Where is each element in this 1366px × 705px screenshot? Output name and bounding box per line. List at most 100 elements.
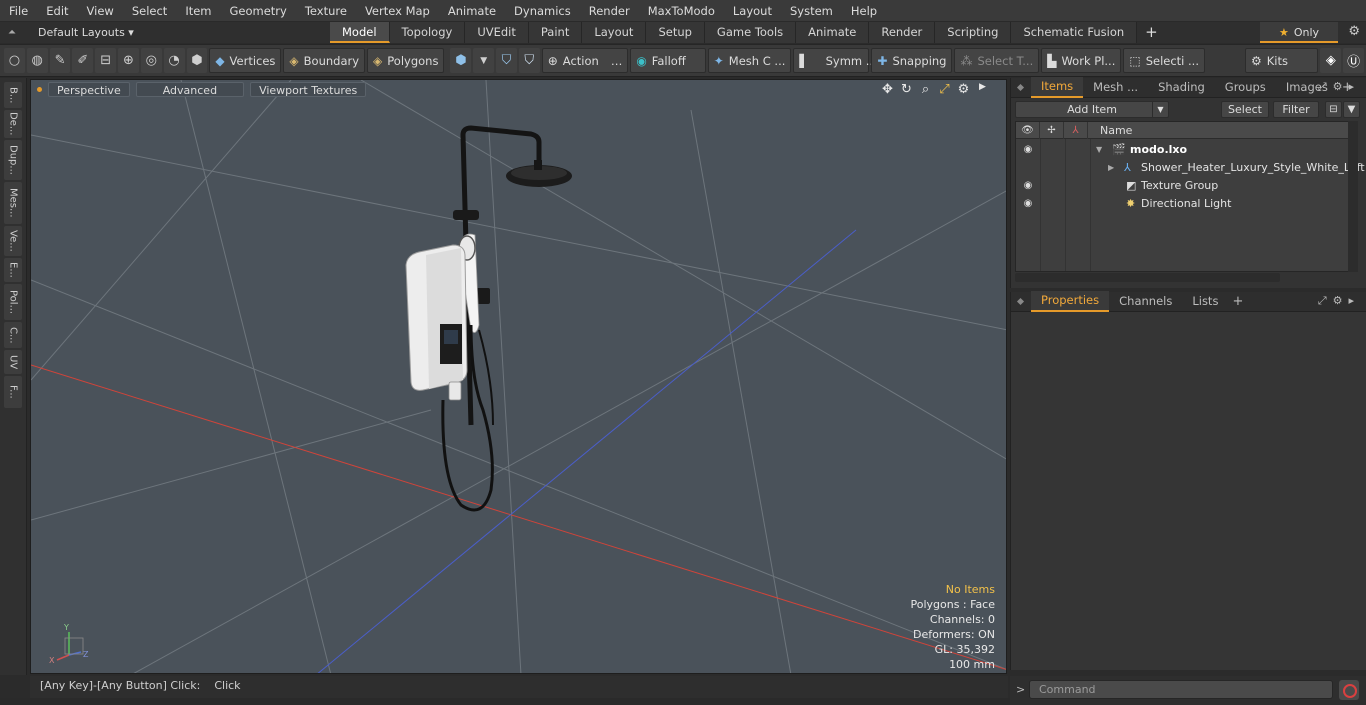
tab-setup[interactable]: Setup	[646, 22, 705, 43]
command-input[interactable]: Command	[1029, 680, 1333, 699]
menu-item[interactable]: Item	[176, 0, 220, 22]
list-item[interactable]: ◉ ◩ Texture Group	[1016, 176, 1348, 194]
panel-options-icons[interactable]: ⤢⚙▸	[1318, 80, 1360, 94]
tab-shading[interactable]: Shading	[1148, 78, 1215, 97]
tab-model[interactable]: Model	[330, 22, 390, 43]
viewport-scene[interactable]: Y X Z	[31, 80, 1007, 674]
menu-texture[interactable]: Texture	[296, 0, 356, 22]
select-button[interactable]: Select	[1221, 101, 1269, 118]
shower-heater-model[interactable]	[405, 125, 572, 512]
zoom-view-icon[interactable]: ⌕	[916, 82, 935, 97]
visibility-column-icon[interactable]: 👁	[1016, 121, 1040, 139]
type-column-icon[interactable]: ⅄	[1064, 121, 1088, 139]
left-tab-edge[interactable]: E...	[4, 258, 22, 282]
only-toggle[interactable]: ★ Only	[1260, 22, 1338, 43]
filter-button[interactable]: Filter	[1273, 101, 1319, 118]
pen-icon[interactable]: ✎	[49, 48, 71, 73]
menu-layout[interactable]: Layout	[724, 0, 781, 22]
record-macro-icon[interactable]	[1339, 680, 1359, 700]
tab-mesh-ops[interactable]: Mesh ...	[1083, 78, 1148, 97]
menu-vertex-map[interactable]: Vertex Map	[356, 0, 439, 22]
select-through-button[interactable]: ⁂ Select T...	[954, 48, 1040, 73]
shield-alt-icon[interactable]: ⛉	[518, 48, 540, 73]
expand-right-icon[interactable]: ▶	[1108, 163, 1114, 172]
tab-uvedit[interactable]: UVEdit	[465, 22, 529, 43]
collapse-icon[interactable]: ⊟	[1325, 101, 1342, 118]
menu-system[interactable]: System	[781, 0, 842, 22]
material-icon[interactable]: ⬢	[450, 48, 472, 73]
list-item[interactable]: ▶ ⅄ Shower_Heater_Luxury_Style_White_Lef…	[1016, 158, 1365, 176]
move-view-icon[interactable]: ✥	[878, 82, 897, 97]
left-tab-polygon[interactable]: Pol...	[4, 284, 22, 320]
tab-scripting[interactable]: Scripting	[935, 22, 1012, 43]
maximize-view-icon[interactable]: ⤢	[935, 82, 954, 97]
unreal-icon[interactable]: Ⓤ	[1343, 48, 1365, 73]
rotate-view-icon[interactable]: ↻	[897, 82, 916, 97]
menu-select[interactable]: Select	[123, 0, 176, 22]
gear-icon[interactable]: ⚙	[1348, 24, 1360, 39]
tab-animate[interactable]: Animate	[796, 22, 870, 43]
perspective-button[interactable]: Perspective	[48, 81, 130, 97]
lock-column-icon[interactable]: ✢	[1040, 121, 1064, 139]
panel-corner-icon[interactable]	[1016, 83, 1025, 92]
left-tab-mesh[interactable]: Mes...	[4, 182, 22, 224]
funnel-icon[interactable]: ▼	[1343, 101, 1360, 118]
tab-game-tools[interactable]: Game Tools	[704, 22, 797, 43]
menu-view[interactable]: View	[78, 0, 123, 22]
tab-groups[interactable]: Groups	[1215, 78, 1276, 97]
menu-maxtomodo[interactable]: MaxToModo	[639, 0, 724, 22]
command-history-icon[interactable]: >	[1016, 683, 1025, 696]
chevron-down-icon[interactable]: ▼	[1152, 102, 1168, 117]
left-tab-duplicate[interactable]: Dup...	[4, 140, 22, 180]
add-item-button[interactable]: Add Item ▼	[1015, 101, 1169, 118]
tab-layout[interactable]: Layout	[582, 22, 647, 43]
dial-icon[interactable]: ◔	[163, 48, 185, 73]
menu-dynamics[interactable]: Dynamics	[505, 0, 580, 22]
expand-down-icon[interactable]: ▼	[1096, 145, 1102, 154]
left-tab-fusion[interactable]: F...	[4, 376, 22, 408]
action-center-button[interactable]: ⊕ Action…	[541, 48, 629, 73]
tab-render[interactable]: Render	[869, 22, 936, 43]
menu-edit[interactable]: Edit	[37, 0, 77, 22]
list-item[interactable]: ◉ ✸ Directional Light	[1016, 194, 1348, 212]
panel-corner-icon[interactable]	[1016, 297, 1025, 306]
add-panel-tab-icon[interactable]: +	[1232, 294, 1243, 309]
item-list-hscrollbar[interactable]	[1015, 273, 1280, 282]
viewport-textures-button[interactable]: Viewport Textures	[250, 81, 367, 97]
tab-paint[interactable]: Paint	[528, 22, 583, 43]
item-mode-icon[interactable]: ⬢	[186, 48, 208, 73]
left-tab-deform[interactable]: De...	[4, 110, 22, 138]
frame-icon[interactable]: ◎	[140, 48, 162, 73]
align-icon[interactable]: ⊟	[95, 48, 117, 73]
falloff-button[interactable]: ◉ Falloff	[630, 48, 706, 73]
advanced-button[interactable]: Advanced	[135, 81, 245, 97]
left-tab-curve[interactable]: C...	[4, 322, 22, 348]
item-list-scrollbar[interactable]	[1348, 121, 1358, 272]
circle-select-icon[interactable]: ○	[4, 48, 25, 73]
unity-icon[interactable]: ◈	[1320, 48, 1342, 73]
dropdown-icon[interactable]: ▼	[473, 48, 495, 73]
symmetry-button[interactable]: ▌ Symm ...	[793, 48, 877, 73]
viewport-menu-icon[interactable]: ▶	[973, 82, 992, 97]
menu-help[interactable]: Help	[842, 0, 886, 22]
globe-icon[interactable]: ◍	[26, 48, 48, 73]
expand-up-icon[interactable]: ⏶	[8, 27, 22, 38]
eye-icon[interactable]: ◉	[1018, 198, 1038, 209]
boundary-button[interactable]: ◈ Boundary	[283, 48, 366, 73]
brush-icon[interactable]: ✐	[72, 48, 94, 73]
shield-icon[interactable]: ⛉	[496, 48, 517, 73]
tab-items[interactable]: Items	[1031, 77, 1084, 98]
crosshair-icon[interactable]: ⊕	[118, 48, 139, 73]
tab-properties[interactable]: Properties	[1031, 291, 1110, 312]
left-tab-vertex[interactable]: Ve...	[4, 226, 22, 256]
panel-options-icons[interactable]: ⤢⚙▸	[1318, 294, 1360, 308]
tab-channels[interactable]: Channels	[1109, 292, 1182, 311]
mesh-constraint-button[interactable]: ✦ Mesh C ...	[707, 48, 792, 73]
work-plane-button[interactable]: ▙ Work Pl...	[1041, 48, 1122, 73]
tab-topology[interactable]: Topology	[389, 22, 466, 43]
snapping-button[interactable]: ✚ Snapping	[871, 48, 953, 73]
vertices-button[interactable]: ◆ Vertices	[209, 48, 282, 73]
eye-icon[interactable]: ◉	[1018, 180, 1038, 191]
left-tab-basic[interactable]: B...	[4, 82, 22, 108]
menu-geometry[interactable]: Geometry	[221, 0, 296, 22]
